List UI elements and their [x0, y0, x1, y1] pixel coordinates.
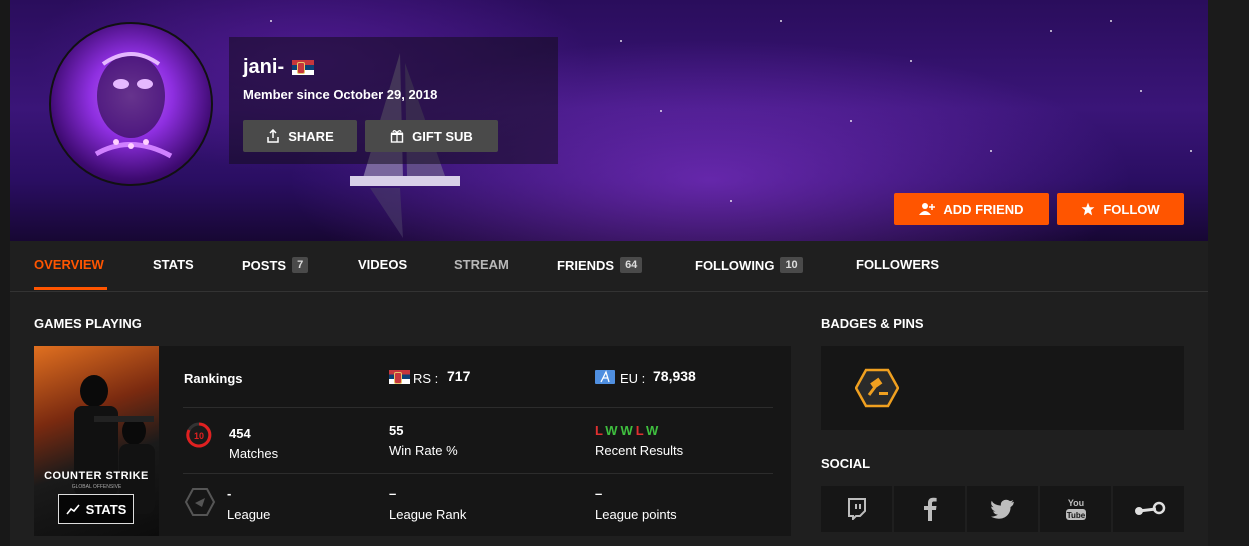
recent-results: LWWLW	[595, 423, 662, 438]
serbia-flag-icon	[292, 60, 315, 76]
game-stats-button[interactable]: STATS	[58, 494, 134, 524]
steam-icon	[1134, 501, 1165, 515]
league-rank-label: League Rank	[389, 507, 467, 522]
gift-icon	[390, 129, 404, 143]
youtube-link[interactable]: You Tube	[1040, 486, 1111, 532]
facebook-link[interactable]	[894, 486, 965, 532]
share-label: SHARE	[288, 128, 334, 144]
member-since: Member since October 29, 2018	[243, 87, 438, 102]
follow-button[interactable]: FOLLOW	[1057, 193, 1184, 225]
winrate-value: 55	[389, 423, 404, 438]
eu-flag-icon	[595, 370, 615, 384]
twitch-icon	[847, 498, 866, 520]
steam-link[interactable]	[1113, 486, 1184, 532]
league-label: League	[227, 507, 271, 522]
facebook-icon	[923, 497, 937, 521]
tab-videos[interactable]: VIDEOS	[358, 257, 407, 272]
follow-label: FOLLOW	[1103, 201, 1160, 217]
twitter-link[interactable]	[967, 486, 1038, 532]
add-friend-label: ADD FRIEND	[943, 201, 1024, 217]
active-tab-indicator	[34, 287, 107, 290]
svg-text:Tube: Tube	[1066, 511, 1085, 520]
league-points-label: League points	[595, 507, 677, 522]
gavel-badge-icon[interactable]	[855, 368, 899, 408]
social-title: SOCIAL	[821, 456, 871, 471]
rankings-label: Rankings	[184, 371, 243, 386]
game-stats-panel: Rankings RS : 717 EU : 78,938 10 454 Mat…	[159, 346, 791, 536]
svg-text:You: You	[1067, 498, 1083, 508]
username: jani-	[243, 56, 315, 79]
league-points-value: –	[595, 486, 603, 501]
gift-sub-button[interactable]: GIFT SUB	[365, 120, 498, 152]
game-subtitle: GLOBAL OFFENSIVE	[71, 484, 122, 490]
divider	[183, 473, 773, 474]
trend-icon	[66, 504, 80, 515]
badges-pins-title: BADGES & PINS	[821, 316, 924, 331]
avatar	[49, 22, 213, 186]
divider	[183, 407, 773, 408]
game-title: COUNTER STRIKE	[44, 470, 149, 482]
friends-count-badge: 64	[620, 257, 643, 273]
league-value: -	[227, 486, 232, 501]
tab-stats[interactable]: STATS	[153, 257, 194, 272]
star-icon	[1081, 202, 1095, 216]
rs-ranking-value: 717	[447, 368, 471, 384]
gift-sub-label: GIFT SUB	[412, 128, 473, 144]
share-button[interactable]: SHARE	[243, 120, 357, 152]
svg-text:10: 10	[194, 431, 204, 441]
youtube-icon: You Tube	[1065, 498, 1086, 520]
tab-overview[interactable]: OVERVIEW	[34, 257, 104, 272]
profile-nav: OVERVIEW STATS POSTS 7 VIDEOS STREAM FRIE…	[10, 241, 1208, 292]
serbia-flag-icon	[389, 370, 410, 384]
right-strip	[1208, 0, 1249, 546]
share-icon	[267, 129, 279, 143]
league-rank-value: –	[389, 486, 397, 501]
add-friend-button[interactable]: ADD FRIEND	[894, 193, 1049, 225]
tab-posts[interactable]: POSTS 7	[242, 257, 309, 273]
left-strip	[0, 0, 10, 546]
matches-value: 454	[229, 426, 251, 441]
posts-count-badge: 7	[292, 257, 309, 273]
rs-label: RS :	[413, 371, 439, 386]
twitter-icon	[990, 499, 1014, 519]
add-user-icon	[919, 203, 936, 215]
tab-following[interactable]: FOLLOWING 10	[695, 257, 803, 273]
league-hexagon-icon	[184, 488, 216, 516]
eu-ranking-value: 78,938	[653, 368, 696, 384]
badges-box	[821, 346, 1184, 430]
recent-results-label: Recent Results	[595, 443, 684, 458]
matches-label: Matches	[229, 446, 279, 461]
tab-stream[interactable]: STREAM	[454, 257, 509, 272]
following-count-badge: 10	[780, 257, 803, 273]
winrate-label: Win Rate %	[389, 443, 458, 458]
games-playing-title: GAMES PLAYING	[34, 316, 142, 331]
tab-friends[interactable]: FRIENDS 64	[557, 257, 643, 273]
csgo-game-cover[interactable]: COUNTER STRIKE GLOBAL OFFENSIVE STATS	[34, 346, 159, 536]
tab-followers[interactable]: FOLLOWERS	[856, 257, 939, 272]
twitch-link[interactable]	[821, 486, 892, 532]
level-10-icon: 10	[186, 422, 212, 448]
eu-label: EU :	[620, 371, 646, 386]
social-links: You Tube	[821, 486, 1184, 532]
